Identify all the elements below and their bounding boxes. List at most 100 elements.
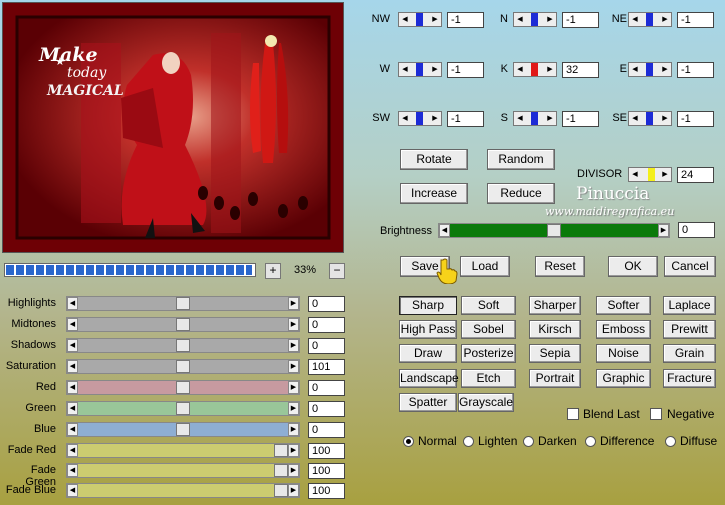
saturation-thumb[interactable] xyxy=(176,360,190,373)
kernel-k-value[interactable]: 32 xyxy=(562,62,599,78)
mode-darken-radio[interactable] xyxy=(523,436,534,447)
fade-red-value[interactable]: 100 xyxy=(308,443,345,459)
fade-red-thumb[interactable] xyxy=(274,444,288,457)
kernel-sw-spinner[interactable]: ◀ ▶ xyxy=(398,111,442,126)
saturation-value[interactable]: 101 xyxy=(308,359,345,375)
kernel-se-spinner[interactable]: ◀ ▶ xyxy=(628,111,672,126)
shadows-increase-arrow[interactable]: ▶ xyxy=(288,339,299,352)
fade-red-increase-arrow[interactable]: ▶ xyxy=(288,444,299,457)
kernel-e-value[interactable]: -1 xyxy=(677,62,714,78)
preset-high-pass-button[interactable]: High Pass xyxy=(399,320,457,339)
highlights-slider[interactable]: ◀ ▶ xyxy=(66,296,300,311)
kernel-s-spinner[interactable]: ◀ ▶ xyxy=(513,111,557,126)
brightness-increase-arrow[interactable]: ▶ xyxy=(658,224,669,237)
kernel-n-value[interactable]: -1 xyxy=(562,12,599,28)
brightness-decrease-arrow[interactable]: ◀ xyxy=(439,224,450,237)
shadows-value[interactable]: 0 xyxy=(308,338,345,354)
midtones-increase-arrow[interactable]: ▶ xyxy=(288,318,299,331)
increase-button[interactable]: Increase xyxy=(400,183,468,204)
kernel-n-spinner[interactable]: ◀ ▶ xyxy=(513,12,557,27)
kernel-e-spinner[interactable]: ◀ ▶ xyxy=(628,62,672,77)
fade-blue-decrease-arrow[interactable]: ◀ xyxy=(67,484,78,497)
blue-thumb[interactable] xyxy=(176,423,190,436)
kernel-sw-value[interactable]: -1 xyxy=(447,111,484,127)
random-button[interactable]: Random xyxy=(487,149,555,170)
brightness-slider[interactable]: ◀ ▶ xyxy=(438,223,670,238)
fade-green-slider[interactable]: ◀ ▶ xyxy=(66,463,300,478)
midtones-slider[interactable]: ◀ ▶ xyxy=(66,317,300,332)
shadows-slider[interactable]: ◀ ▶ xyxy=(66,338,300,353)
fade-green-increase-arrow[interactable]: ▶ xyxy=(288,464,299,477)
midtones-decrease-arrow[interactable]: ◀ xyxy=(67,318,78,331)
mode-lighten-radio[interactable] xyxy=(463,436,474,447)
kernel-se-value[interactable]: -1 xyxy=(677,111,714,127)
saturation-slider[interactable]: ◀ ▶ xyxy=(66,359,300,374)
preset-grain-button[interactable]: Grain xyxy=(663,344,716,363)
brightness-thumb[interactable] xyxy=(547,224,561,237)
fade-blue-value[interactable]: 100 xyxy=(308,483,345,499)
fade-blue-increase-arrow[interactable]: ▶ xyxy=(288,484,299,497)
divisor-value[interactable]: 24 xyxy=(677,167,714,183)
preset-noise-button[interactable]: Noise xyxy=(596,344,651,363)
mode-difference-radio[interactable] xyxy=(585,436,596,447)
mode-normal-radio[interactable] xyxy=(403,436,414,447)
green-thumb[interactable] xyxy=(176,402,190,415)
fade-blue-slider[interactable]: ◀ ▶ xyxy=(66,483,300,498)
blue-increase-arrow[interactable]: ▶ xyxy=(288,423,299,436)
shadows-decrease-arrow[interactable]: ◀ xyxy=(67,339,78,352)
highlights-thumb[interactable] xyxy=(176,297,190,310)
rotate-button[interactable]: Rotate xyxy=(400,149,468,170)
green-increase-arrow[interactable]: ▶ xyxy=(288,402,299,415)
reset-button[interactable]: Reset xyxy=(535,256,585,277)
red-decrease-arrow[interactable]: ◀ xyxy=(67,381,78,394)
highlights-value[interactable]: 0 xyxy=(308,296,345,312)
preset-sobel-button[interactable]: Sobel xyxy=(461,320,516,339)
kernel-ne-value[interactable]: -1 xyxy=(677,12,714,28)
red-increase-arrow[interactable]: ▶ xyxy=(288,381,299,394)
kernel-nw-value[interactable]: -1 xyxy=(447,12,484,28)
red-value[interactable]: 0 xyxy=(308,380,345,396)
preset-spatter-button[interactable]: Spatter xyxy=(399,393,457,412)
preset-sepia-button[interactable]: Sepia xyxy=(529,344,581,363)
mode-diffuse-radio[interactable] xyxy=(665,436,676,447)
kernel-ne-spinner[interactable]: ◀ ▶ xyxy=(628,12,672,27)
preset-sharp-button[interactable]: Sharp xyxy=(399,296,457,315)
green-slider[interactable]: ◀ ▶ xyxy=(66,401,300,416)
fade-blue-thumb[interactable] xyxy=(274,484,288,497)
fade-green-decrease-arrow[interactable]: ◀ xyxy=(67,464,78,477)
preset-graphic-button[interactable]: Graphic xyxy=(596,369,651,388)
shadows-thumb[interactable] xyxy=(176,339,190,352)
preset-sharper-button[interactable]: Sharper xyxy=(529,296,581,315)
red-slider[interactable]: ◀ ▶ xyxy=(66,380,300,395)
blue-decrease-arrow[interactable]: ◀ xyxy=(67,423,78,436)
preset-emboss-button[interactable]: Emboss xyxy=(596,320,651,339)
preset-grayscale-button[interactable]: Grayscale xyxy=(458,393,514,412)
blue-slider[interactable]: ◀ ▶ xyxy=(66,422,300,437)
saturation-increase-arrow[interactable]: ▶ xyxy=(288,360,299,373)
kernel-w-spinner[interactable]: ◀ ▶ xyxy=(398,62,442,77)
fade-green-thumb[interactable] xyxy=(274,464,288,477)
brightness-value[interactable]: 0 xyxy=(678,222,715,238)
preset-draw-button[interactable]: Draw xyxy=(399,344,457,363)
preset-etch-button[interactable]: Etch xyxy=(461,369,516,388)
ok-button[interactable]: OK xyxy=(608,256,658,277)
blue-value[interactable]: 0 xyxy=(308,422,345,438)
blend-last-checkbox[interactable] xyxy=(567,408,579,420)
kernel-k-spinner[interactable]: ◀ ▶ xyxy=(513,62,557,77)
red-thumb[interactable] xyxy=(176,381,190,394)
fade-green-value[interactable]: 100 xyxy=(308,463,345,479)
saturation-decrease-arrow[interactable]: ◀ xyxy=(67,360,78,373)
negative-checkbox[interactable] xyxy=(650,408,662,420)
preset-portrait-button[interactable]: Portrait xyxy=(529,369,581,388)
reduce-button[interactable]: Reduce xyxy=(487,183,555,204)
preset-prewitt-button[interactable]: Prewitt xyxy=(663,320,716,339)
preset-softer-button[interactable]: Softer xyxy=(596,296,651,315)
fade-red-slider[interactable]: ◀ ▶ xyxy=(66,443,300,458)
cancel-button[interactable]: Cancel xyxy=(664,256,716,277)
kernel-s-value[interactable]: -1 xyxy=(562,111,599,127)
midtones-thumb[interactable] xyxy=(176,318,190,331)
preset-soft-button[interactable]: Soft xyxy=(461,296,516,315)
highlights-increase-arrow[interactable]: ▶ xyxy=(288,297,299,310)
preset-landscape-button[interactable]: Landscape xyxy=(399,369,459,388)
kernel-nw-spinner[interactable]: ◀ ▶ xyxy=(398,12,442,27)
